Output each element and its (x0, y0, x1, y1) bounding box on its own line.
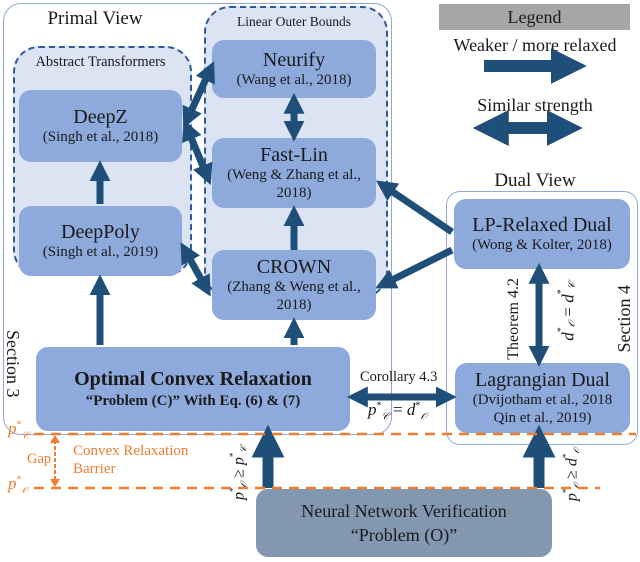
arrow-deepz-neurify (182, 61, 215, 129)
gap-arrow-head-bottom (50, 479, 60, 487)
arrow-lp-crown (375, 246, 454, 289)
arrows-layer (34, 48, 636, 490)
arrow-lp-fastlin (375, 180, 454, 235)
arrow-deeppoly-crown (180, 242, 211, 297)
gap-arrow-head-top (50, 435, 60, 443)
arrow-deepz-fastlin (182, 119, 213, 186)
